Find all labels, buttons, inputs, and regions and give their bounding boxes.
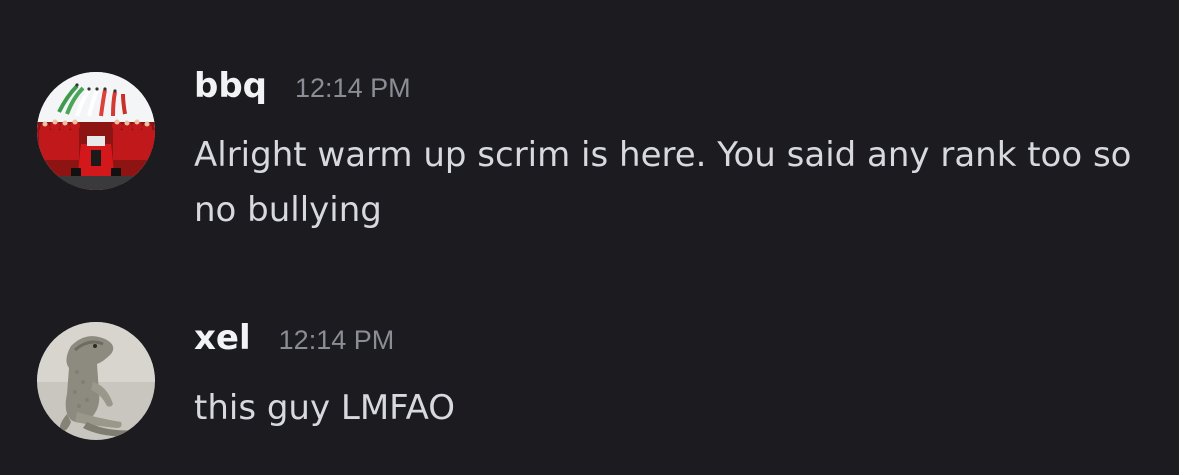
- timestamp[interactable]: 12:14 PM: [295, 73, 411, 104]
- message-header: xel 12:14 PM: [194, 318, 394, 368]
- message-text: Alright warm up scrim is here. You said …: [194, 135, 1132, 230]
- username[interactable]: xel: [194, 318, 251, 358]
- chat-message: xel 12:14 PM this guy LMFAO: [0, 290, 1179, 475]
- ferrari-f1-team-photo-avatar[interactable]: [37, 72, 155, 190]
- timestamp[interactable]: 12:14 PM: [279, 325, 395, 356]
- chat-message-list: bbq 12:14 PM Alright warm up scrim is he…: [0, 0, 1179, 475]
- username[interactable]: bbq: [194, 66, 267, 106]
- chat-message: bbq 12:14 PM Alright warm up scrim is he…: [0, 0, 1179, 290]
- message-text: this guy LMFAO: [194, 388, 456, 428]
- lizard-figurine-avatar[interactable]: [37, 322, 155, 440]
- message-header: bbq 12:14 PM: [194, 66, 411, 116]
